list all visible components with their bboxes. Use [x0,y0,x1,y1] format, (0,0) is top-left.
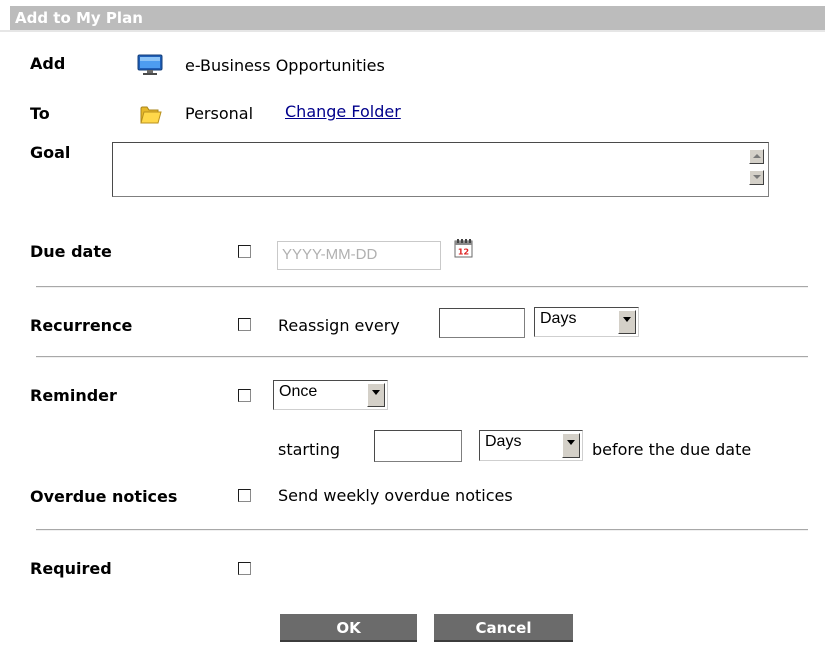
overdue-notices-text: Send weekly overdue notices [278,486,513,505]
calendar-day-text: 12 [458,248,469,257]
folder-name: Personal [185,104,254,123]
recurrence-unit-select[interactable]: Days [534,307,639,337]
chevron-down-icon[interactable] [618,310,636,334]
reminder-unit-value: Days [485,433,522,450]
due-date-label: Due date [30,242,112,261]
to-label: To [30,104,50,123]
dialog-title-bar: Add to My Plan [10,6,825,30]
reminder-checkbox[interactable] [238,389,251,402]
monitor-icon [137,54,163,76]
folder-icon [139,102,163,126]
add-label: Add [30,54,66,73]
reassign-every-text: Reassign every [278,316,400,335]
dialog-title: Add to My Plan [15,9,143,27]
recurrence-unit-value: Days [540,310,577,327]
due-date-placeholder: YYYY-MM-DD [282,246,378,263]
due-date-input[interactable]: YYYY-MM-DD [277,241,441,270]
title-bar-shadow [0,30,825,32]
scroll-down-button[interactable] [749,170,764,185]
reminder-frequency-select[interactable]: Once [273,380,388,410]
reminder-unit-select[interactable]: Days [479,430,583,461]
required-label: Required [30,559,112,578]
divider [36,529,808,531]
goal-label: Goal [30,143,71,162]
starting-text: starting [278,440,341,459]
required-checkbox[interactable] [238,562,251,575]
ok-button[interactable]: OK [280,614,417,642]
recurrence-checkbox[interactable] [238,318,251,331]
change-folder-link[interactable]: Change Folder [285,102,401,121]
divider [36,286,808,288]
scroll-up-button[interactable] [749,149,764,164]
recurrence-label: Recurrence [30,316,133,335]
overdue-checkbox[interactable] [238,489,251,502]
reminder-label: Reminder [30,386,117,405]
overdue-notices-label: Overdue notices [30,487,178,506]
divider [36,356,808,358]
reminder-frequency-value: Once [279,383,318,400]
cancel-button[interactable]: Cancel [434,614,573,642]
recurrence-interval-input[interactable] [439,308,525,338]
reminder-offset-input[interactable] [374,430,462,462]
due-date-checkbox[interactable] [238,245,251,258]
chevron-down-icon[interactable] [562,433,580,458]
add-item-name: e-Business Opportunities [185,56,385,75]
goal-textarea[interactable] [112,142,769,197]
before-due-date-text: before the due date [592,440,752,459]
calendar-icon[interactable]: 12 [454,238,474,258]
chevron-down-icon[interactable] [367,383,385,407]
